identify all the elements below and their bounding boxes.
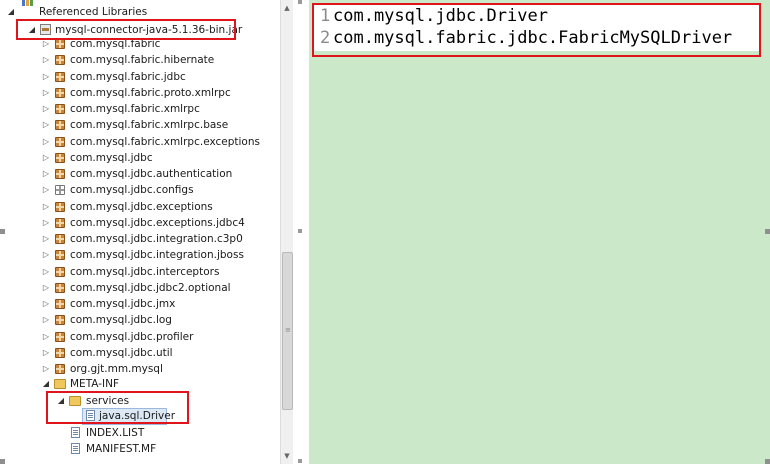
folder-open-icon [54, 378, 66, 390]
collapse-arrow-icon[interactable]: ▷ [41, 215, 51, 231]
package-icon [54, 54, 66, 66]
highlight-box-services [46, 391, 189, 424]
collapse-arrow-icon[interactable]: ▷ [41, 247, 51, 263]
collapse-arrow-icon[interactable]: ▷ [41, 85, 51, 101]
tree-node-label: com.mysql.fabric.xmlrpc.base [70, 119, 229, 131]
pane-divider[interactable] [293, 0, 309, 464]
tree-node-label: com.mysql.jdbc [70, 152, 153, 164]
collapse-arrow-icon[interactable]: ▷ [41, 69, 51, 85]
collapse-arrow-icon[interactable]: ▷ [41, 52, 51, 68]
text-file-icon [70, 427, 82, 439]
highlight-box-editor [312, 3, 761, 57]
tree-node-label: com.mysql.fabric.proto.xmlrpc [70, 87, 231, 99]
collapse-arrow-icon[interactable]: ▷ [41, 199, 51, 215]
package-icon [54, 249, 66, 261]
package-icon [54, 363, 66, 375]
package-icon [54, 136, 66, 148]
text-editor[interactable]: 1 com.mysql.jdbc.Driver 2 com.mysql.fabr… [309, 0, 770, 464]
package-icon [54, 87, 66, 99]
tree-node-label: com.mysql.jdbc.configs [70, 184, 194, 196]
collapse-arrow-icon[interactable]: ▷ [41, 329, 51, 345]
tree-node-label: com.mysql.jdbc.jdbc2.optional [70, 282, 231, 294]
collapse-arrow-icon[interactable]: ▷ [41, 296, 51, 312]
resize-handle-icon[interactable] [765, 229, 770, 234]
package-icon [54, 71, 66, 83]
resize-handle-icon[interactable] [0, 459, 5, 464]
expand-arrow-icon[interactable]: ◢ [41, 376, 51, 392]
package-icon [54, 298, 66, 310]
tree-node-label: MANIFEST.MF [86, 443, 157, 455]
resize-handle-icon[interactable] [298, 459, 302, 463]
collapse-arrow-icon[interactable]: ▷ [41, 231, 51, 247]
package-explorer-tree[interactable]: ◢ Referenced Libraries ◢ mysql-connector… [0, 0, 279, 464]
package-icon [54, 282, 66, 294]
tree-node-label: com.mysql.jdbc.log [70, 314, 172, 326]
package-icon [54, 233, 66, 245]
tree-node-label: Referenced Libraries [39, 6, 148, 18]
tree-node-label: com.mysql.fabric.hibernate [70, 54, 215, 66]
grip-icon: ≡ [285, 326, 291, 334]
package-icon [54, 103, 66, 115]
highlight-box-jar [16, 19, 236, 40]
package-icon [54, 168, 66, 180]
tree-node-label: com.mysql.jdbc.integration.jboss [70, 249, 244, 261]
tree-scrollbar[interactable]: ▲ ≡ ▼ [280, 0, 293, 464]
expand-arrow-icon[interactable]: ◢ [6, 4, 16, 20]
tree-node-label: com.mysql.jdbc.util [70, 347, 173, 359]
collapse-arrow-icon[interactable]: ▷ [41, 134, 51, 150]
collapse-arrow-icon[interactable]: ▷ [41, 361, 51, 377]
collapse-arrow-icon[interactable]: ▷ [41, 345, 51, 361]
tree-node-label: com.mysql.jdbc.exceptions.jdbc4 [70, 217, 245, 229]
scroll-up-icon[interactable]: ▲ [282, 3, 292, 13]
package-icon [54, 217, 66, 229]
scrollbar-thumb[interactable]: ≡ [282, 252, 293, 410]
package-icon [54, 347, 66, 359]
text-file-icon [70, 443, 82, 455]
tree-node-label: com.mysql.fabric.xmlrpc [70, 103, 200, 115]
package-icon [54, 184, 66, 196]
collapse-arrow-icon[interactable]: ▷ [41, 117, 51, 133]
collapse-arrow-icon[interactable]: ▷ [41, 182, 51, 198]
collapse-arrow-icon[interactable]: ▷ [41, 312, 51, 328]
tree-node-label: com.mysql.jdbc.authentication [70, 168, 233, 180]
package-icon [54, 266, 66, 278]
tree-node-label: org.gjt.mm.mysql [70, 363, 163, 375]
collapse-arrow-icon[interactable]: ▷ [41, 166, 51, 182]
tree-node-label: META-INF [70, 378, 120, 390]
package-icon [54, 314, 66, 326]
tree-node-label: com.mysql.jdbc.exceptions [70, 201, 213, 213]
package-icon [54, 119, 66, 131]
resize-handle-icon[interactable] [298, 229, 302, 233]
tree-node-label: com.mysql.jdbc.profiler [70, 331, 194, 343]
collapse-arrow-icon[interactable]: ▷ [41, 264, 51, 280]
tree-node-label: com.mysql.jdbc.jmx [70, 298, 176, 310]
tree-node-label: com.mysql.fabric.jdbc [70, 71, 186, 83]
collapse-arrow-icon[interactable]: ▷ [41, 280, 51, 296]
package-icon [54, 201, 66, 213]
tree-node-label: com.mysql.jdbc.integration.c3p0 [70, 233, 243, 245]
tree-node-label: com.mysql.jdbc.interceptors [70, 266, 220, 278]
library-icon [22, 0, 34, 18]
package-icon [54, 331, 66, 343]
tree-node-label: com.mysql.fabric.xmlrpc.exceptions [70, 136, 260, 148]
package-icon [54, 152, 66, 164]
collapse-arrow-icon[interactable]: ▷ [41, 150, 51, 166]
resize-handle-icon[interactable] [765, 459, 770, 464]
tree-node-label: INDEX.LIST [86, 427, 145, 439]
scroll-down-icon[interactable]: ▼ [282, 451, 292, 461]
resize-handle-icon[interactable] [0, 229, 5, 234]
collapse-arrow-icon[interactable]: ▷ [41, 101, 51, 117]
resize-handle-icon[interactable] [298, 0, 302, 4]
